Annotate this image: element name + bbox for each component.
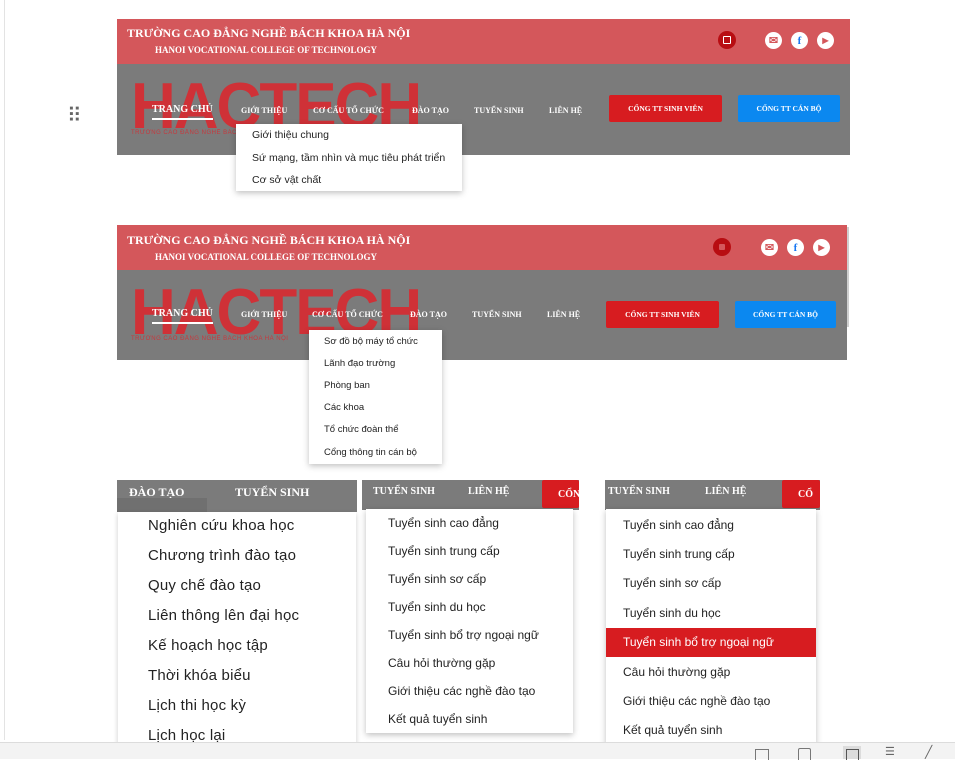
- structure-dropdown: Sơ đồ bộ máy tổ chức Lãnh đạo trường Phò…: [309, 330, 442, 464]
- dropdown-item[interactable]: Kế hoạch học tập: [148, 637, 268, 654]
- dropdown-item[interactable]: Tuyển sinh bổ trợ ngoại ngữ: [388, 628, 539, 642]
- logo-subtitle: TRƯỜNG CAO ĐẲNG NGHỀ BÁCH KHOA HÀ NỘI: [131, 336, 289, 342]
- youtube-icon[interactable]: ▶: [817, 32, 834, 49]
- layout-icon[interactable]: [843, 746, 861, 760]
- top-bar: TRƯỜNG CAO ĐẲNG NGHỀ BÁCH KHOA HÀ NỘI HA…: [117, 19, 850, 64]
- student-portal-button[interactable]: CỔ: [782, 480, 820, 508]
- dropdown-item[interactable]: Giới thiệu các nghề đào tạo: [388, 684, 535, 698]
- dropdown-item[interactable]: Tuyển sinh trung cấp: [388, 544, 500, 558]
- training-active-bar: [117, 498, 207, 512]
- training-dropdown: Nghiên cứu khoa học Chương trình đào tạo…: [118, 512, 356, 748]
- dropdown-item[interactable]: Tuyển sinh cao đẳng: [623, 518, 734, 532]
- nav-about[interactable]: GIỚI THIỆU: [241, 106, 287, 115]
- facebook-icon[interactable]: f: [791, 32, 808, 49]
- mail-icon[interactable]: ✉: [761, 239, 778, 256]
- dropdown-item[interactable]: Chương trình đào tạo: [148, 547, 296, 564]
- nav-training[interactable]: ĐÀO TẠO: [412, 106, 449, 115]
- nav-admissions[interactable]: TUYỂN SINH: [474, 106, 524, 115]
- drag-handle-icon[interactable]: ⠿: [67, 105, 82, 127]
- dropdown-item[interactable]: Sứ mạng, tầm nhìn và mục tiêu phát triển: [252, 152, 445, 164]
- dropdown-item[interactable]: Giới thiệu chung: [252, 129, 329, 141]
- nav-training[interactable]: ĐÀO TẠO: [410, 310, 447, 319]
- scrollbar-edge: [847, 227, 849, 327]
- admissions-nav-strip-1: TUYỂN SINH LIÊN HỆ CỔN: [362, 480, 580, 510]
- dropdown-item[interactable]: Sơ đồ bộ máy tổ chức: [324, 336, 418, 347]
- top-bar: TRƯỜNG CAO ĐẲNG NGHỀ BÁCH KHOA HÀ NỘI HA…: [117, 225, 847, 270]
- dropdown-item[interactable]: Quy chế đào tạo: [148, 577, 261, 594]
- nav-contact[interactable]: LIÊN HỆ: [547, 310, 580, 319]
- mail-icon[interactable]: ✉: [765, 32, 782, 49]
- admissions-dropdown-2: Tuyển sinh cao đẳng Tuyển sinh trung cấp…: [606, 509, 816, 745]
- nav-home[interactable]: TRANG CHỦ: [152, 104, 213, 120]
- dropdown-item[interactable]: Tổ chức đoàn thể: [324, 424, 399, 435]
- dropdown-item[interactable]: Nghiên cứu khoa học: [148, 517, 294, 534]
- nav-structure[interactable]: CƠ CẤU TỔ CHỨC: [313, 106, 384, 115]
- college-name-en: HANOI VOCATIONAL COLLEGE OF TECHNOLOGY: [155, 45, 378, 55]
- nav-admissions[interactable]: TUYỂN SINH: [608, 486, 670, 497]
- dropdown-item[interactable]: Liên thông lên đại học: [148, 607, 299, 624]
- dropdown-item[interactable]: Câu hỏi thường gặp: [388, 656, 495, 670]
- dropdown-item[interactable]: Tuyển sinh du học: [623, 606, 721, 620]
- facebook-icon[interactable]: f: [787, 239, 804, 256]
- page-icon[interactable]: [798, 748, 811, 760]
- dropdown-item[interactable]: Cổng thông tin cán bộ: [324, 447, 417, 458]
- dropdown-item[interactable]: Các khoa: [324, 402, 364, 413]
- student-portal-button[interactable]: CỔNG TT SINH VIÊN: [609, 95, 722, 122]
- app-icon[interactable]: [713, 238, 731, 256]
- dropdown-item[interactable]: Tuyển sinh sơ cấp: [388, 572, 486, 586]
- dropdown-item[interactable]: Cơ sở vật chất: [252, 174, 321, 186]
- dropdown-item[interactable]: Kết quả tuyển sinh: [388, 712, 487, 726]
- dropdown-item[interactable]: Kết quả tuyển sinh: [623, 723, 722, 737]
- dropdown-item[interactable]: Tuyển sinh sơ cấp: [623, 576, 721, 590]
- nav-contact[interactable]: LIÊN HỆ: [705, 486, 746, 497]
- dropdown-item[interactable]: Lãnh đạo trường: [324, 358, 395, 369]
- left-border: [4, 0, 5, 740]
- view-icon[interactable]: [755, 749, 769, 760]
- youtube-icon[interactable]: ▶: [813, 239, 830, 256]
- nav-about[interactable]: GIỚI THIỆU: [241, 310, 287, 319]
- nav-admissions[interactable]: TUYỂN SINH: [235, 485, 309, 500]
- header-panel-2: TRƯỜNG CAO ĐẲNG NGHỀ BÁCH KHOA HÀ NỘI HA…: [117, 225, 847, 360]
- nav-contact[interactable]: LIÊN HỆ: [549, 106, 582, 115]
- dropdown-item[interactable]: Tuyển sinh du học: [388, 600, 486, 614]
- header-panel-1: TRƯỜNG CAO ĐẲNG NGHỀ BÁCH KHOA HÀ NỘI HA…: [117, 19, 850, 155]
- student-portal-button[interactable]: CỔN: [542, 480, 580, 508]
- dropdown-item[interactable]: Thời khóa biểu: [148, 667, 251, 684]
- college-name-vn: TRƯỜNG CAO ĐẲNG NGHỀ BÁCH KHOA HÀ NỘI: [127, 233, 411, 247]
- admissions-nav-strip-2: TUYỂN SINH LIÊN HỆ CỔ: [605, 480, 820, 510]
- college-name-en: HANOI VOCATIONAL COLLEGE OF TECHNOLOGY: [155, 252, 378, 262]
- nav-contact[interactable]: LIÊN HỆ: [468, 486, 509, 497]
- nav-home[interactable]: TRANG CHỦ: [152, 308, 213, 324]
- app-icon[interactable]: [718, 31, 736, 49]
- dropdown-item[interactable]: Tuyển sinh bổ trợ ngoại ngữ: [623, 635, 774, 649]
- list-icon[interactable]: ☰: [885, 747, 895, 758]
- bottom-toolbar: ☰ ╱: [0, 742, 955, 760]
- dropdown-item[interactable]: Tuyển sinh trung cấp: [623, 547, 735, 561]
- student-portal-button[interactable]: CỔNG TT SINH VIÊN: [606, 301, 719, 328]
- pen-icon[interactable]: ╱: [925, 746, 932, 758]
- dropdown-item[interactable]: Phòng ban: [324, 380, 370, 391]
- staff-portal-button[interactable]: CỔNG TT CÁN BỘ: [735, 301, 836, 328]
- nav-structure[interactable]: CƠ CẤU TỔ CHỨC: [312, 310, 383, 319]
- about-dropdown: Giới thiệu chung Sứ mạng, tầm nhìn và mụ…: [236, 124, 462, 191]
- staff-portal-button[interactable]: CỔNG TT CÁN BỘ: [738, 95, 840, 122]
- college-name-vn: TRƯỜNG CAO ĐẲNG NGHỀ BÁCH KHOA HÀ NỘI: [127, 26, 411, 40]
- admissions-dropdown-1: Tuyển sinh cao đẳng Tuyển sinh trung cấp…: [366, 509, 573, 733]
- nav-admissions[interactable]: TUYỂN SINH: [472, 310, 522, 319]
- nav-bar: HACTECH TRƯỜNG CAO ĐẲNG NGHỀ BÁCH KHOA H…: [117, 64, 850, 155]
- dropdown-item[interactable]: Câu hỏi thường gặp: [623, 665, 730, 679]
- nav-admissions[interactable]: TUYỂN SINH: [373, 486, 435, 497]
- dropdown-item[interactable]: Lịch thi học kỳ: [148, 697, 246, 714]
- dropdown-item[interactable]: Tuyển sinh cao đẳng: [388, 516, 499, 530]
- nav-bar: HACTECH TRƯỜNG CAO ĐẲNG NGHỀ BÁCH KHOA H…: [117, 270, 847, 360]
- dropdown-item[interactable]: Giới thiệu các nghề đào tạo: [623, 694, 770, 708]
